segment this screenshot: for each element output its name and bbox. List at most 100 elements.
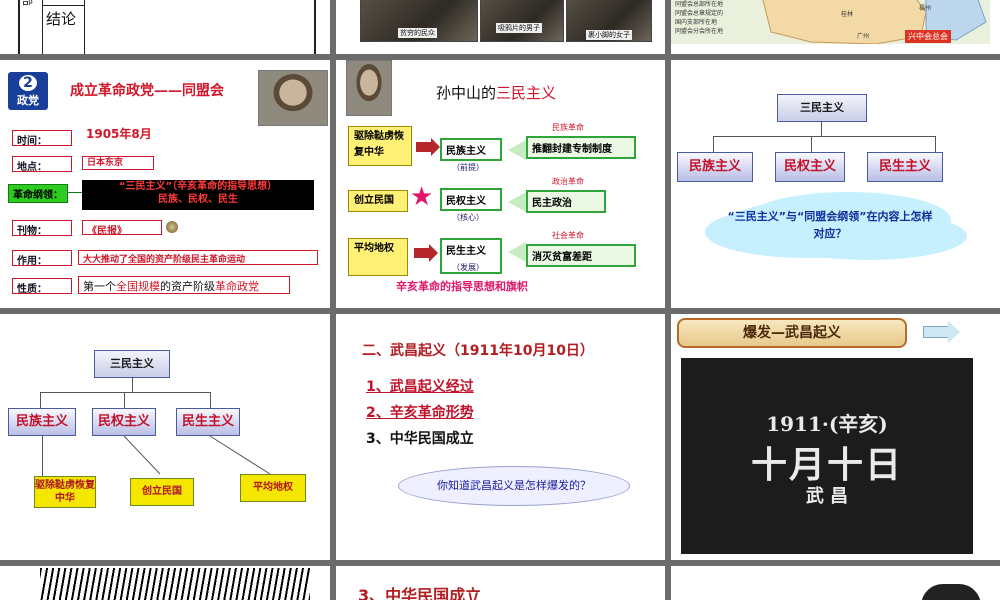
slide-outbreak[interactable]: 爆发—武昌起义 1911·(辛亥) 十月十日 武 昌 — [671, 314, 1000, 560]
tree-line — [713, 136, 935, 137]
tree-branch: 民族主义 — [677, 152, 753, 182]
tree-branch: 民权主义 — [775, 152, 845, 182]
slide-wuchang-outline[interactable]: 二、武昌起义（1911年10月10日） 1、武昌起义经过 2、辛亥革命形势 3、… — [336, 314, 665, 560]
principle-role: （核心） — [452, 213, 484, 222]
revolution-type: 政治革命 — [552, 177, 584, 186]
tree-branch: 民生主义 — [867, 152, 943, 182]
slide-sorter-grid: 部 结论 贫穷的民众 吸鸦片的男子 裹小脚的女子 同盟会总部所在地 同盟会总章规… — [0, 0, 1000, 600]
photo-caption: 裹小脚的女子 — [586, 30, 632, 40]
principle-box: 民族主义 — [440, 138, 502, 161]
program-line: “三民主义”（辛亥革命的指导思想） — [118, 181, 278, 192]
slide-tongmenghui[interactable]: 2 政党 成立革命政党——同盟会 时间： 1905年8月 地点： 日本东京 革命… — [0, 60, 330, 308]
outline-item[interactable]: 2、辛亥革命形势 — [366, 402, 474, 422]
value-nature: 第一个全国规模的资产阶级革命政党 — [78, 276, 290, 294]
slide-photo-partial[interactable] — [671, 566, 1000, 600]
slide-sanmin-detail[interactable]: 孙中山的三民主义 驱除鞑虏恢复中华 民族主义 （前提） 民族革命 推翻封建专制制… — [336, 60, 665, 308]
revolution-type: 民族革命 — [552, 123, 584, 132]
title-text: 孙中山的 — [436, 84, 497, 102]
tree-line — [935, 136, 936, 152]
table-border — [42, 0, 43, 54]
connector — [68, 192, 82, 193]
nature-text: 的资产阶级 — [160, 280, 215, 293]
outline-item[interactable]: 3、中华民国成立 — [366, 428, 474, 448]
map-place-label: 广州 — [857, 33, 870, 40]
value-effect: 大大推动了全国的资产阶级民主革命运动 — [78, 250, 318, 265]
title-banner: 爆发—武昌起义 — [677, 318, 907, 348]
tree-lines-svg — [123, 435, 271, 475]
photo-caption: 吸鸦片的男子 — [496, 23, 542, 33]
arrow-left — [508, 242, 526, 262]
slide-sanmin-tree-question[interactable]: 三民主义 民族主义 民权主义 民生主义 “三民主义”与“同盟会纲领”在内容上怎样… — [671, 60, 1000, 308]
tree-leaf: 驱除鞑虏恢复中华 — [34, 476, 96, 508]
tree-line — [713, 136, 714, 152]
slide-photo-strip[interactable]: 贫穷的民众 吸鸦片的男子 裹小脚的女子 — [336, 0, 665, 54]
map-legend: 同盟会总部所在地 同盟会总章规定的 国内支部所在地 同盟会分会所在地 — [675, 0, 723, 36]
legend-item: 同盟会分会所在地 — [675, 28, 724, 35]
question-oval: 你知道武昌起义是怎样爆发的？ — [398, 466, 630, 506]
outline-item[interactable]: 1、武昌起义经过 — [366, 376, 474, 396]
aim-box: 民主政治 — [526, 190, 606, 213]
arrow-right — [414, 244, 438, 262]
conclusion-cell: 结论 — [46, 10, 77, 28]
slide-title: 二、武昌起义（1911年10月10日） — [362, 343, 594, 359]
photo-opium-man — [480, 0, 564, 42]
arrow-left — [508, 192, 526, 212]
slide-title: 孙中山的三民主义 — [436, 82, 556, 103]
portrait-sun-yatsen — [258, 70, 328, 126]
value-time: 1905年8月 — [86, 127, 152, 141]
film-line: 十月十日 — [750, 444, 903, 486]
slide-table-fragment[interactable]: 部 结论 — [0, 0, 330, 54]
portrait-sun-yatsen — [346, 60, 392, 116]
value-place: 日本东京 — [82, 156, 154, 170]
journal-icon — [166, 221, 178, 233]
label-nature: 性质： — [12, 278, 72, 295]
goal-box: 创立民国 — [348, 190, 408, 212]
question-text: “三民主义”与“同盟会纲领”在内容上怎样对应？ — [727, 210, 933, 240]
map-tag: 兴中会总会 — [905, 30, 951, 43]
title-highlight: 三民主义 — [496, 84, 557, 102]
tree-root: 三民主义 — [777, 94, 867, 122]
photo-caption: 贫穷的民众 — [398, 28, 437, 38]
slide-footer: 辛亥革命的指导思想和旗帜 — [396, 280, 528, 293]
table-border — [314, 0, 316, 54]
slide-sanmin-tree-full[interactable]: 三民主义 民族主义 民权主义 民生主义 驱除鞑虏恢复中华 创立民国 平均地权 — [0, 314, 330, 560]
slide-map-fragment[interactable]: 同盟会总部所在地 同盟会总章规定的 国内支部所在地 同盟会分会所在地 桂林 广州… — [671, 0, 1000, 54]
table-border — [84, 0, 85, 54]
nature-highlight: 革命政党 — [215, 280, 259, 293]
label-program: 革命纲领： — [8, 184, 68, 203]
map-place-label: 桂林 — [841, 11, 854, 18]
nature-text: 第一个 — [83, 280, 116, 293]
slide-burst-partial[interactable] — [0, 566, 330, 600]
slide-republic-partial[interactable]: 3、中华民国成立 — [336, 566, 665, 600]
photo-image — [921, 584, 981, 600]
tree-leaf: 平均地权 — [240, 474, 306, 502]
legend-item: 同盟会总部所在地 — [675, 1, 724, 8]
principle-role: （前提） — [452, 163, 484, 172]
label-effect: 作用： — [12, 250, 72, 267]
film-line: 武 昌 — [805, 486, 849, 507]
next-arrow-icon[interactable] — [923, 321, 960, 343]
program-box: “三民主义”（辛亥革命的指导思想） 民族、民权、民生 — [82, 180, 314, 210]
map-place-label: 福州 — [919, 5, 932, 12]
goal-box: 驱除鞑虏恢复中华 — [348, 126, 412, 166]
slide-title: 成立革命政党——同盟会 — [70, 83, 224, 99]
film-line: 1911·(辛亥) — [766, 412, 888, 436]
table-cell: 部 — [22, 0, 33, 7]
label-place: 地点： — [12, 156, 72, 173]
film-still: 1911·(辛亥) 十月十日 武 昌 — [681, 358, 973, 554]
table-border — [18, 0, 20, 54]
badge-label: 政党 — [17, 94, 39, 107]
burst-image — [40, 568, 310, 600]
label-journal: 刊物： — [12, 220, 72, 237]
slide-title: 3、中华民国成立 — [358, 586, 482, 600]
aim-box: 消灭贫富差距 — [526, 244, 636, 267]
revolution-type: 社会革命 — [552, 231, 584, 240]
value-journal: 《民报》 — [82, 220, 162, 237]
goal-box: 平均地权 — [348, 238, 408, 276]
tree-line — [811, 136, 812, 152]
legend-item: 国内支部所在地 — [675, 19, 718, 26]
arrow-right — [416, 138, 440, 156]
tree-leaf: 创立民国 — [130, 478, 194, 506]
star-icon: ★ — [410, 182, 434, 212]
principle-box: 民权主义 — [440, 188, 502, 211]
